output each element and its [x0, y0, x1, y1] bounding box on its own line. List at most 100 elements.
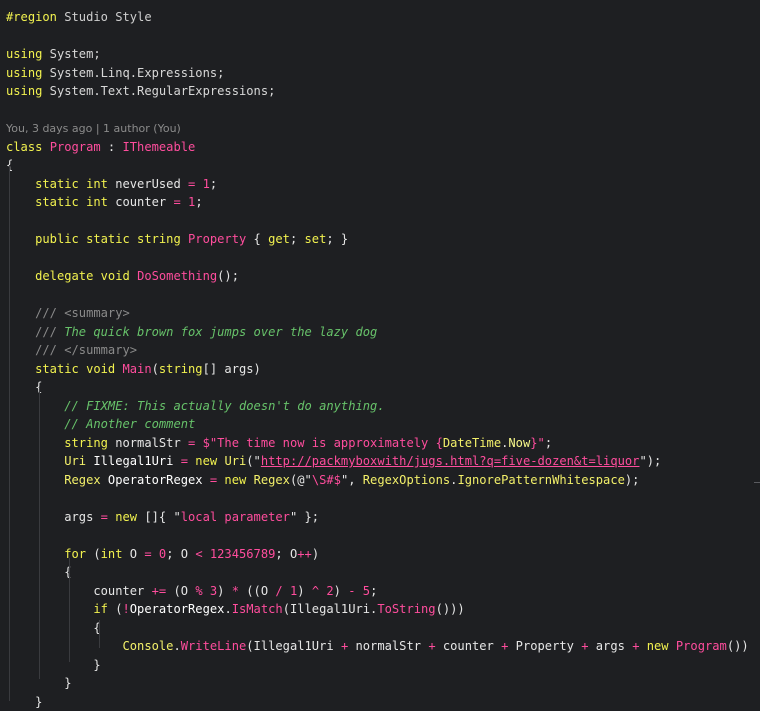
code-line: if (!OperatorRegex.IsMatch(Illegal1Uri.T… [6, 600, 465, 619]
code-token [152, 547, 159, 561]
code-line: class Program : IThemeable [6, 138, 195, 157]
code-token: new [217, 473, 246, 487]
code-token: int [79, 177, 108, 191]
code-token: Console [6, 639, 173, 653]
code-token: 1 [203, 177, 210, 191]
code-token: The quick brown fox jumps over the lazy … [64, 325, 377, 339]
code-line: Regex OperatorRegex = new Regex(@"\S#$",… [6, 471, 639, 490]
code-token: ) [312, 547, 319, 561]
code-token: Property [188, 232, 246, 246]
code-token: delegate [6, 269, 93, 283]
code-token: using [6, 84, 42, 98]
code-token: (Illegal1Uri. [283, 602, 378, 616]
code-token: = [144, 547, 151, 561]
code-token: ++ [297, 547, 312, 561]
code-token: void [93, 269, 129, 283]
code-token: 123456789 [210, 547, 276, 561]
code-token: counter [6, 584, 152, 598]
code-token: /// [6, 325, 64, 339]
code-token: . [173, 639, 180, 653]
code-token: += [152, 584, 167, 598]
code-token: O [123, 547, 145, 561]
code-token: % [195, 584, 202, 598]
code-token: neverUsed [108, 177, 188, 191]
code-token: { [6, 621, 101, 635]
code-token: if [6, 602, 108, 616]
code-token: / [275, 584, 282, 598]
code-token: ) [334, 584, 349, 598]
code-line: static void Main(string[] args) [6, 360, 261, 379]
code-line: /// The quick brown fox jumps over the l… [6, 323, 377, 342]
code-token: 2 [326, 584, 333, 598]
code-line: } [6, 693, 42, 711]
code-token: ; [210, 177, 217, 191]
code-token: ()) [727, 639, 749, 653]
code-line: args = new []{ "local parameter" }; [6, 508, 319, 527]
code-line: for (int O = 0; O < 123456789; O++) [6, 545, 319, 564]
code-token: Illegal1Uri [86, 454, 181, 468]
code-token: counter [436, 639, 502, 653]
code-token: ; [290, 232, 305, 246]
code-token: Regex [6, 473, 101, 487]
code-token: normalStr [108, 436, 188, 450]
code-token: Regex [254, 473, 290, 487]
code-line: public static string Property { get; set… [6, 230, 348, 249]
code-token: { [436, 436, 443, 450]
code-token: ) [297, 584, 312, 598]
code-token: DateTime [443, 436, 501, 450]
code-token: ; [545, 436, 552, 450]
code-token: } [6, 695, 42, 709]
code-token: " }; [290, 510, 319, 524]
code-token: ; O [275, 547, 297, 561]
code-token: System; [42, 47, 100, 61]
code-token: RegexOptions [363, 473, 450, 487]
code-token: string [6, 436, 108, 450]
code-line: static int neverUsed = 1; [6, 175, 217, 194]
code-token: System.Linq.Expressions; [42, 66, 224, 80]
code-line: { [6, 378, 42, 397]
code-token: // FIXME: This actually doesn't do anyth… [6, 399, 385, 413]
code-token: // Another comment [6, 417, 195, 431]
code-token: WriteLine [181, 639, 247, 653]
code-token [203, 584, 210, 598]
code-token: static [6, 362, 79, 376]
code-token: ; O [166, 547, 195, 561]
code-token: . [224, 602, 231, 616]
code-token: static [6, 177, 79, 191]
code-token: ! [123, 602, 130, 616]
code-token: int [101, 547, 123, 561]
codelens-author-info[interactable]: You, 3 days ago | 1 author (You) [6, 122, 181, 135]
code-token: http://packmyboxwith/jugs.html?q=five-do… [261, 454, 640, 468]
code-editor[interactable]: #region Studio Styleusing System;using S… [0, 0, 760, 708]
code-token: + [428, 639, 435, 653]
code-token: ())) [436, 602, 465, 616]
code-token: IgnorePatternWhitespace [457, 473, 624, 487]
code-token: < [195, 547, 202, 561]
code-token: int [79, 195, 108, 209]
code-token: (O [166, 584, 195, 598]
scrollbar-marker[interactable] [754, 482, 760, 483]
code-token: #region [6, 10, 57, 24]
code-token: Uri [6, 454, 86, 468]
code-token: \S#$ [312, 473, 341, 487]
code-token [283, 584, 290, 598]
indent-guide [69, 558, 70, 662]
code-token: ^ [312, 584, 319, 598]
code-token: ( [108, 602, 123, 616]
code-token: ; [195, 195, 202, 209]
code-token: $"The time now is approximately [203, 436, 436, 450]
code-token: IThemeable [123, 140, 196, 154]
code-token: void [79, 362, 115, 376]
code-token: counter [108, 195, 174, 209]
code-token [203, 547, 210, 561]
code-token: = [181, 454, 188, 468]
code-token: Studio Style [57, 10, 152, 24]
code-token: Now [508, 436, 530, 450]
indent-guide [39, 387, 40, 679]
code-token [669, 639, 676, 653]
code-token: using [6, 47, 42, 61]
indent-guide [9, 165, 10, 701]
code-token: ); [625, 473, 640, 487]
code-line: } [6, 656, 101, 675]
code-token: OperatorRegex [130, 602, 225, 616]
